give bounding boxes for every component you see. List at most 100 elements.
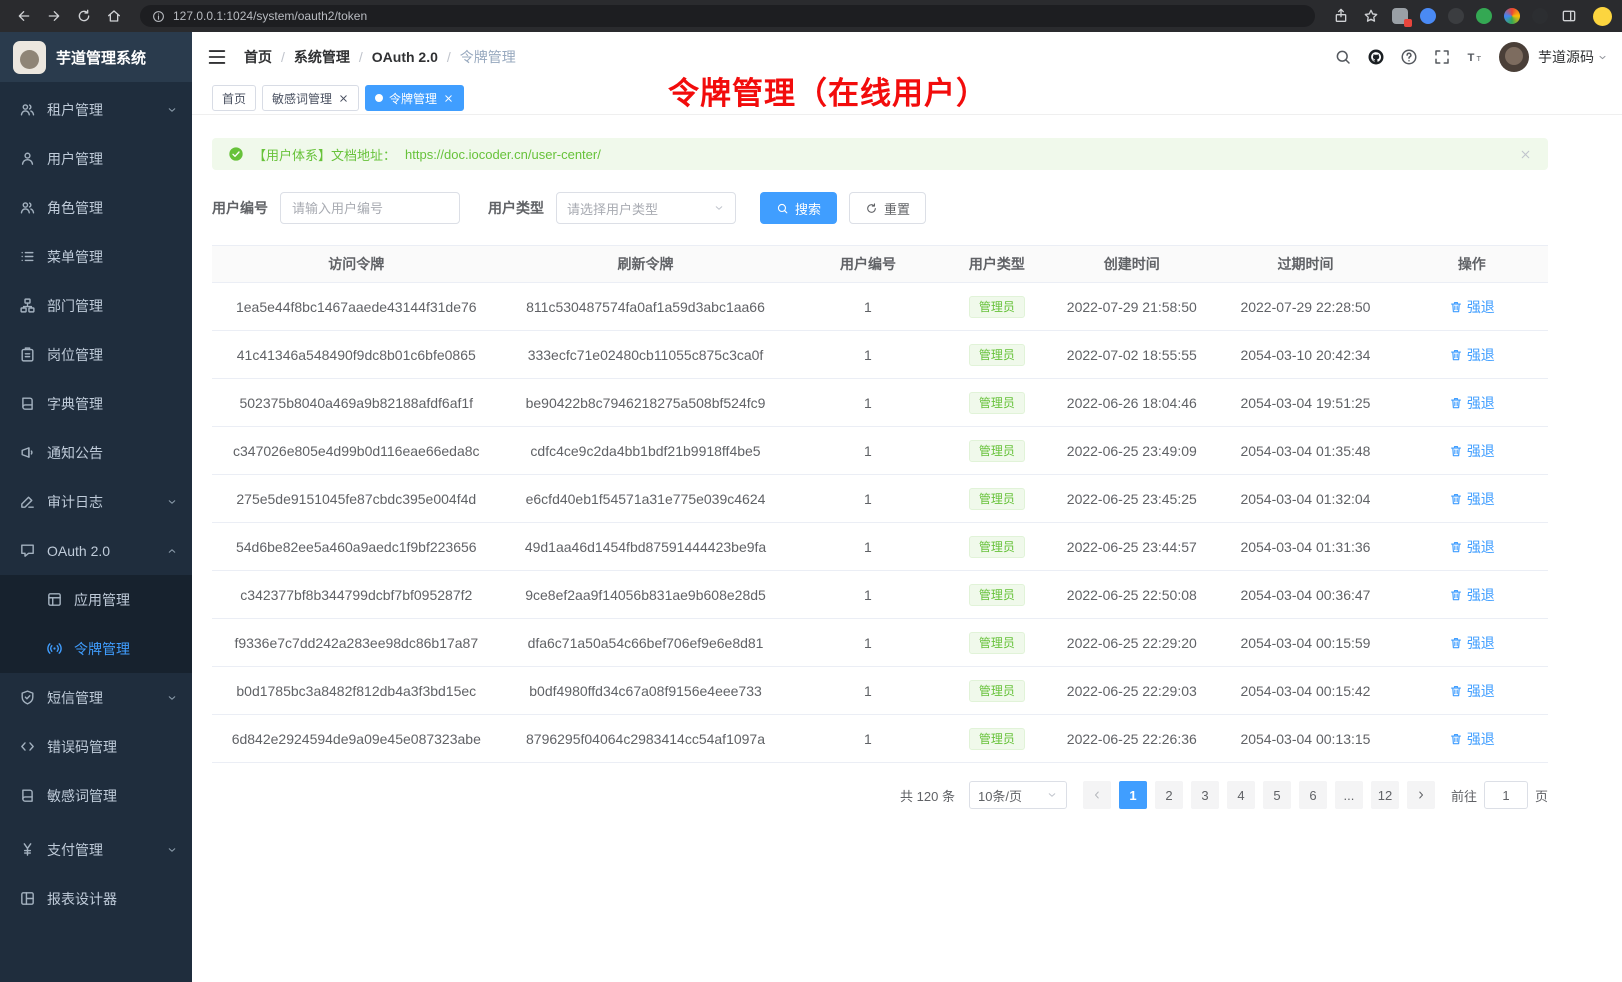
more-pages-button[interactable]: ... [1335,781,1363,809]
user-type-cell: 管理员 [945,667,1048,715]
search-button[interactable]: 搜索 [760,192,837,224]
users-icon [19,199,36,216]
side-panel-icon[interactable] [1555,3,1583,29]
page-size-select[interactable]: 10条/页 [969,781,1067,809]
font-size-icon[interactable]: TT [1458,40,1491,74]
user-type-cell: 管理员 [945,715,1048,763]
breadcrumb-system[interactable]: 系统管理 [294,47,350,67]
sidebar-item-label: 租户管理 [47,100,155,120]
tab-sensitive-word[interactable]: 敏感词管理 [262,85,359,111]
close-icon[interactable] [1519,148,1532,161]
force-logout-button[interactable]: 强退 [1449,585,1495,605]
share-icon[interactable] [1327,3,1355,29]
goto-page: 前往 页 [1451,781,1548,809]
sidebar-item-sms[interactable]: 短信管理 [0,673,192,722]
page-button-3[interactable]: 3 [1191,781,1219,809]
user-type-cell: 管理员 [945,427,1048,475]
reload-icon[interactable] [70,3,98,29]
sidebar-item-menu[interactable]: 菜单管理 [0,232,192,281]
delete-icon [1449,540,1463,554]
prev-page-button[interactable] [1083,781,1111,809]
force-logout-button[interactable]: 强退 [1449,537,1495,557]
sidebar-item-pay[interactable]: 支付管理 [0,825,192,874]
goto-page-input[interactable] [1484,781,1528,809]
force-logout-button[interactable]: 强退 [1449,393,1495,413]
user-type-select[interactable]: 请选择用户类型 [556,192,736,224]
extension-icon-5[interactable] [1504,8,1520,24]
breadcrumb-oauth2[interactable]: OAuth 2.0 [372,49,438,65]
force-logout-button[interactable]: 强退 [1449,681,1495,701]
force-logout-button[interactable]: 强退 [1449,345,1495,365]
chevron-down-icon[interactable] [1597,52,1608,63]
col-expires-at: 过期时间 [1215,246,1395,283]
sidebar-item-dict[interactable]: 字典管理 [0,379,192,428]
sidebar-item-sensitive-word[interactable]: 敏感词管理 [0,771,192,820]
doc-link[interactable]: https://doc.iocoder.cn/user-center/ [405,147,601,162]
user-avatar[interactable] [1499,42,1529,72]
help-icon[interactable] [1392,40,1425,74]
tab-token[interactable]: 令牌管理 [365,85,464,111]
sidebar-item-notice[interactable]: 通知公告 [0,428,192,477]
address-bar[interactable]: 127.0.0.1:1024/system/oauth2/token [140,5,1315,27]
extension-icon-4[interactable] [1476,8,1492,24]
book-icon [19,787,36,804]
extension-icon-1[interactable] [1392,8,1408,24]
force-logout-button[interactable]: 强退 [1449,441,1495,461]
extension-icon-3[interactable] [1448,8,1464,24]
next-page-button[interactable] [1407,781,1435,809]
menu-fold-icon[interactable] [206,46,228,68]
book-icon [19,395,36,412]
force-logout-button[interactable]: 强退 [1449,633,1495,653]
page-button-4[interactable]: 4 [1227,781,1255,809]
close-icon[interactable] [443,93,454,104]
home-icon[interactable] [100,3,128,29]
search-icon[interactable] [1326,40,1359,74]
browser-profile-avatar[interactable] [1593,7,1612,26]
forward-icon[interactable] [40,3,68,29]
user-id-input[interactable] [280,192,460,224]
reset-button[interactable]: 重置 [849,192,926,224]
expires-at-cell: 2054-03-04 00:13:15 [1215,715,1395,763]
sidebar-item-oauth2[interactable]: OAuth 2.0 [0,526,192,575]
force-logout-button[interactable]: 强退 [1449,489,1495,509]
app-logo[interactable]: 芋道管理系统 [0,32,192,82]
breadcrumb-separator: / [281,49,285,65]
sidebar-item-post[interactable]: 岗位管理 [0,330,192,379]
bookmark-star-icon[interactable] [1357,3,1385,29]
sidebar-item-dept[interactable]: 部门管理 [0,281,192,330]
sidebar-item-tenant[interactable]: 租户管理 [0,85,192,134]
refresh-token-cell: e6cfd40eb1f54571a31e775e039c4624 [501,475,791,523]
tab-home[interactable]: 首页 [212,85,256,111]
sidebar-item-error-code[interactable]: 错误码管理 [0,722,192,771]
chevron-down-icon [166,692,178,704]
breadcrumb-home[interactable]: 首页 [244,47,272,67]
page-button-12[interactable]: 12 [1371,781,1399,809]
page-button-2[interactable]: 2 [1155,781,1183,809]
page-button-1[interactable]: 1 [1119,781,1147,809]
user-type-tag: 管理员 [969,488,1025,510]
fullscreen-icon[interactable] [1425,40,1458,74]
extension-icon-2[interactable] [1420,8,1436,24]
delete-icon [1449,732,1463,746]
site-info-icon[interactable] [152,10,165,23]
sidebar-item-audit-log[interactable]: 审计日志 [0,477,192,526]
user-name[interactable]: 芋道源码 [1538,47,1594,67]
github-icon[interactable] [1359,40,1392,74]
back-icon[interactable] [10,3,38,29]
col-access-token: 访问令牌 [212,246,501,283]
annotation-text: 令牌管理（在线用户） [668,68,988,113]
close-icon[interactable] [338,93,349,104]
page-button-6[interactable]: 6 [1299,781,1327,809]
sidebar-item-oauth2-token[interactable]: 令牌管理 [0,624,192,673]
extension-icon-6[interactable] [1532,8,1548,24]
success-icon [228,146,244,162]
page-button-5[interactable]: 5 [1263,781,1291,809]
sidebar-item-role[interactable]: 角色管理 [0,183,192,232]
sidebar-item-report-designer[interactable]: 报表设计器 [0,874,192,923]
sidebar-item-user[interactable]: 用户管理 [0,134,192,183]
oauth2-submenu: 应用管理 令牌管理 [0,575,192,673]
force-logout-button[interactable]: 强退 [1449,297,1495,317]
user-type-cell: 管理员 [945,283,1048,331]
force-logout-button[interactable]: 强退 [1449,729,1495,749]
sidebar-item-oauth2-client[interactable]: 应用管理 [0,575,192,624]
